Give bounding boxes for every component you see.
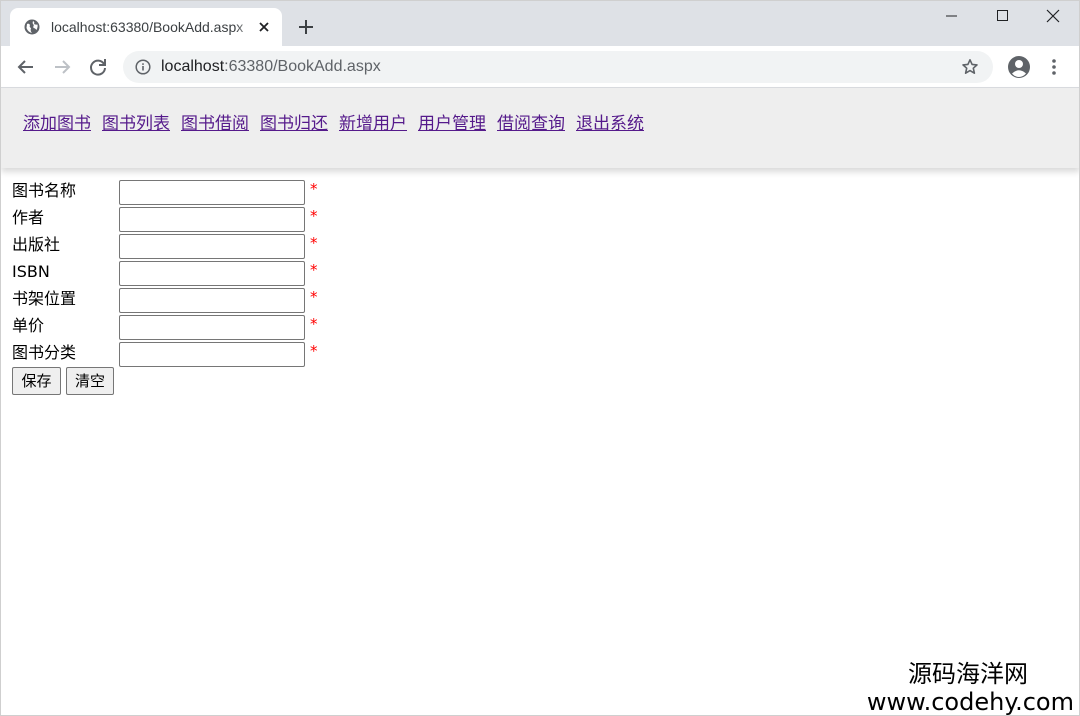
browser-toolbar: localhost:63380/BookAdd.aspx	[0, 46, 1080, 88]
author-input[interactable]	[119, 207, 305, 232]
required-asterisk: *	[310, 288, 318, 306]
site-navigation-bar: 添加图书 图书列表 图书借阅 图书归还 新增用户 用户管理 借阅查询 退出系统	[1, 88, 1080, 168]
unit-price-label: 单价	[12, 316, 45, 335]
isbn-label: ISBN	[12, 262, 50, 281]
form-row-publisher: 出版社 *	[12, 234, 332, 260]
form-row-unit-price: 单价 *	[12, 315, 332, 341]
nav-link-user-management[interactable]: 用户管理	[418, 113, 486, 135]
book-title-label: 图书名称	[12, 181, 77, 200]
required-asterisk: *	[310, 342, 318, 360]
isbn-input[interactable]	[119, 261, 305, 286]
nav-link-list: 添加图书 图书列表 图书借阅 图书归还 新增用户 用户管理 借阅查询 退出系统	[23, 113, 655, 135]
nav-link-add-user[interactable]: 新增用户	[339, 113, 407, 135]
address-bar[interactable]: localhost:63380/BookAdd.aspx	[123, 51, 993, 83]
clear-button[interactable]: 清空	[66, 367, 114, 395]
required-asterisk: *	[310, 261, 318, 279]
shelf-location-label: 书架位置	[12, 289, 77, 308]
browser-tab-strip: localhost:63380/BookAdd.aspx	[0, 0, 1080, 46]
forward-arrow-icon[interactable]	[51, 56, 73, 78]
book-category-input[interactable]	[119, 342, 305, 367]
close-tab-icon[interactable]	[256, 19, 272, 35]
publisher-input[interactable]	[119, 234, 305, 259]
required-asterisk: *	[310, 180, 318, 198]
minimize-window-icon[interactable]	[928, 0, 974, 32]
nav-link-borrow-query[interactable]: 借阅查询	[497, 113, 565, 135]
nav-link-add-book[interactable]: 添加图书	[23, 113, 91, 135]
save-button[interactable]: 保存	[12, 367, 61, 395]
nav-link-borrow-book[interactable]: 图书借阅	[181, 113, 249, 135]
new-tab-plus-icon[interactable]	[296, 17, 316, 37]
publisher-label: 出版社	[12, 235, 61, 254]
book-title-input[interactable]	[119, 180, 305, 205]
watermark: 源码海洋网 www.codehy.com	[867, 660, 1074, 716]
nav-link-book-list[interactable]: 图书列表	[102, 113, 170, 135]
tab-title: localhost:63380/BookAdd.aspx	[51, 19, 244, 35]
required-asterisk: *	[310, 207, 318, 225]
author-label: 作者	[12, 208, 45, 227]
nav-link-logout[interactable]: 退出系统	[576, 113, 644, 135]
url-text[interactable]: localhost:63380/BookAdd.aspx	[161, 57, 381, 77]
profile-avatar-icon[interactable]	[1007, 55, 1031, 79]
form-row-book-category: 图书分类 *	[12, 342, 332, 368]
required-asterisk: *	[310, 315, 318, 333]
form-row-shelf-location: 书架位置 *	[12, 288, 332, 314]
book-category-label: 图书分类	[12, 343, 77, 362]
form-row-book-title: 图书名称 *	[12, 180, 332, 206]
tab-title-fade	[235, 16, 257, 38]
bookmark-star-icon[interactable]	[961, 58, 979, 76]
required-asterisk: *	[310, 234, 318, 252]
url-path: :63380/BookAdd.aspx	[224, 58, 381, 75]
maximize-window-icon[interactable]	[980, 0, 1026, 32]
close-window-icon[interactable]	[1030, 0, 1076, 32]
shelf-location-input[interactable]	[119, 288, 305, 313]
unit-price-input[interactable]	[119, 315, 305, 340]
form-row-author: 作者 *	[12, 207, 332, 233]
back-arrow-icon[interactable]	[15, 56, 37, 78]
reload-icon[interactable]	[87, 56, 109, 78]
watermark-site-name: 源码海洋网	[908, 660, 1028, 688]
browser-tab[interactable]: localhost:63380/BookAdd.aspx	[10, 8, 282, 46]
form-row-isbn: ISBN *	[12, 261, 332, 287]
kebab-menu-icon[interactable]	[1046, 57, 1062, 77]
url-host: localhost	[161, 58, 225, 75]
site-info-icon[interactable]	[135, 59, 151, 75]
watermark-url: www.codehy.com	[866, 688, 1074, 716]
globe-icon	[24, 19, 40, 35]
nav-link-return-book[interactable]: 图书归还	[260, 113, 328, 135]
